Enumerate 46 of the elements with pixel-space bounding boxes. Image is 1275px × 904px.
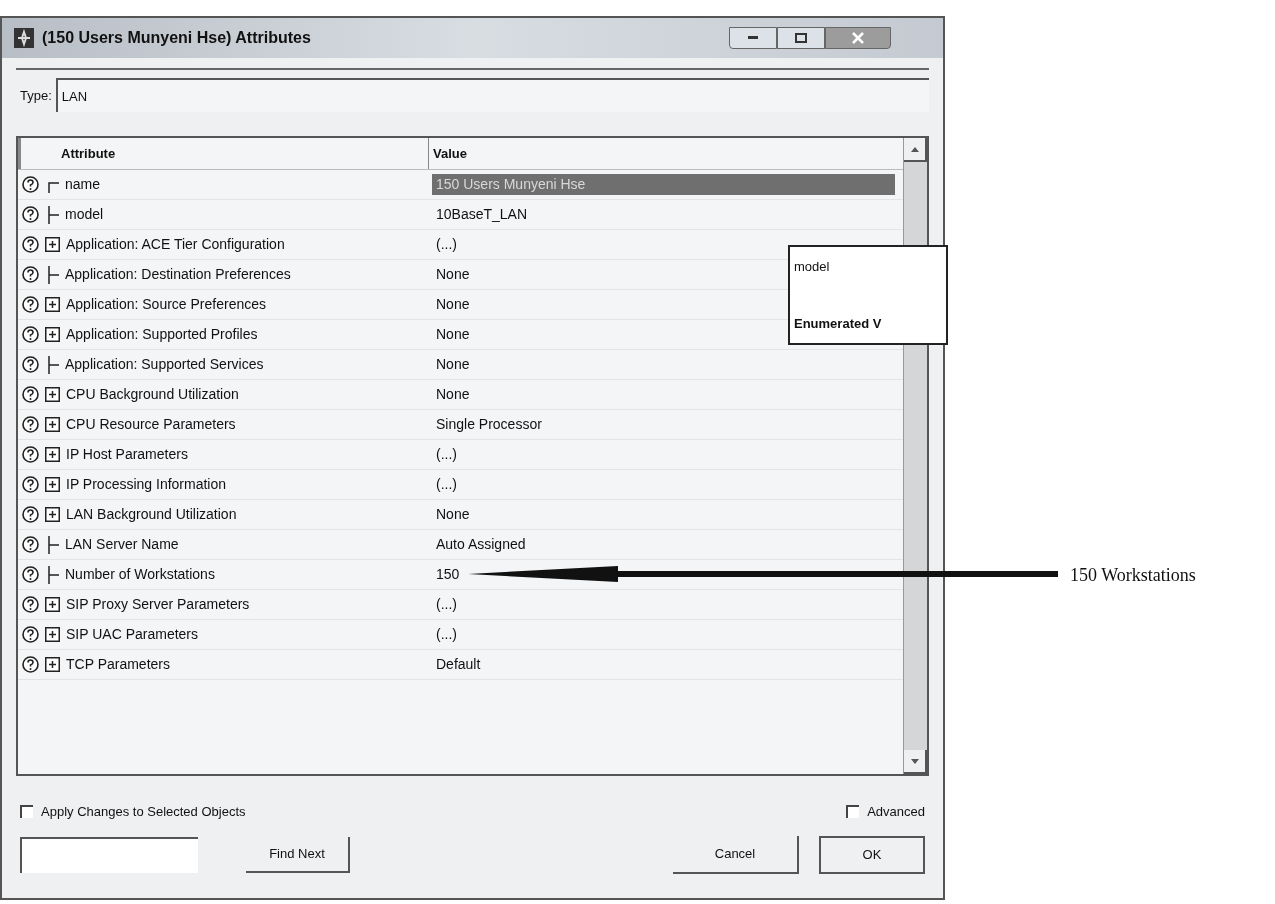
checkbox-label[interactable]: Apply Changes to Selected Objects — [41, 802, 246, 822]
attribute-value[interactable]: (...) — [432, 474, 461, 495]
attribute-name: Number of Workstations — [65, 565, 215, 584]
attribute-name: Application: Supported Profiles — [66, 325, 258, 344]
attribute-name: Application: Destination Preferences — [65, 265, 291, 284]
tooltip-text: model — [794, 258, 831, 276]
attribute-value[interactable]: None — [432, 384, 474, 405]
attribute-value[interactable]: 150 — [432, 564, 464, 585]
annotation-label: 150 Workstations — [1070, 564, 1196, 587]
attribute-name: Application: Supported Services — [65, 355, 264, 374]
attribute-value[interactable]: (...) — [432, 624, 461, 645]
attribute-name: Application: Source Preferences — [66, 295, 266, 314]
attribute-value[interactable]: Default — [432, 654, 485, 675]
attribute-value[interactable]: (...) — [432, 594, 461, 615]
window-title: (150 Users Munyeni Hse) Attributes — [42, 28, 311, 48]
attribute-name: CPU Resource Parameters — [66, 415, 236, 434]
attribute-value[interactable]: (...) — [432, 234, 461, 255]
find-next-button[interactable]: Find Next — [246, 836, 350, 873]
dialog-button[interactable]: OK — [819, 835, 925, 874]
attribute-name: SIP UAC Parameters — [66, 625, 198, 644]
attribute-name: Application: ACE Tier Configuration — [66, 235, 285, 254]
checkbox-label[interactable]: Advanced — [867, 802, 925, 822]
attribute-name: LAN Server Name — [65, 535, 179, 554]
attribute-name: model — [65, 205, 104, 224]
type-field[interactable]: LAN — [55, 78, 929, 112]
tooltip-text: Enumerated V — [794, 314, 883, 333]
attribute-value[interactable]: 10BaseT_LAN — [432, 204, 532, 225]
attribute-name: name — [65, 175, 101, 194]
type-label: Type: — [20, 87, 52, 106]
dialog-button[interactable]: Cancel — [673, 835, 799, 874]
attribute-value[interactable]: None — [432, 264, 474, 285]
attribute-value[interactable]: None — [432, 294, 474, 315]
attribute-value[interactable]: None — [432, 504, 474, 525]
attribute-name: LAN Background Utilization — [66, 505, 237, 524]
attribute-value[interactable]: (...) — [432, 444, 461, 465]
attribute-value[interactable]: Single Processor — [432, 414, 546, 435]
attribute-name: IP Host Parameters — [66, 445, 188, 464]
attribute-value[interactable]: Auto Assigned — [432, 534, 530, 555]
attribute-value[interactable]: 150 Users Munyeni Hse — [432, 174, 895, 195]
attribute-name: CPU Background Utilization — [66, 385, 239, 404]
attribute-value[interactable]: None — [432, 354, 474, 375]
attribute-name: TCP Parameters — [66, 655, 170, 674]
attribute-name: IP Processing Information — [66, 475, 227, 494]
attribute-value[interactable]: None — [432, 324, 474, 345]
column-header[interactable]: Attribute — [18, 138, 428, 169]
attribute-name: SIP Proxy Server Parameters — [66, 595, 250, 614]
